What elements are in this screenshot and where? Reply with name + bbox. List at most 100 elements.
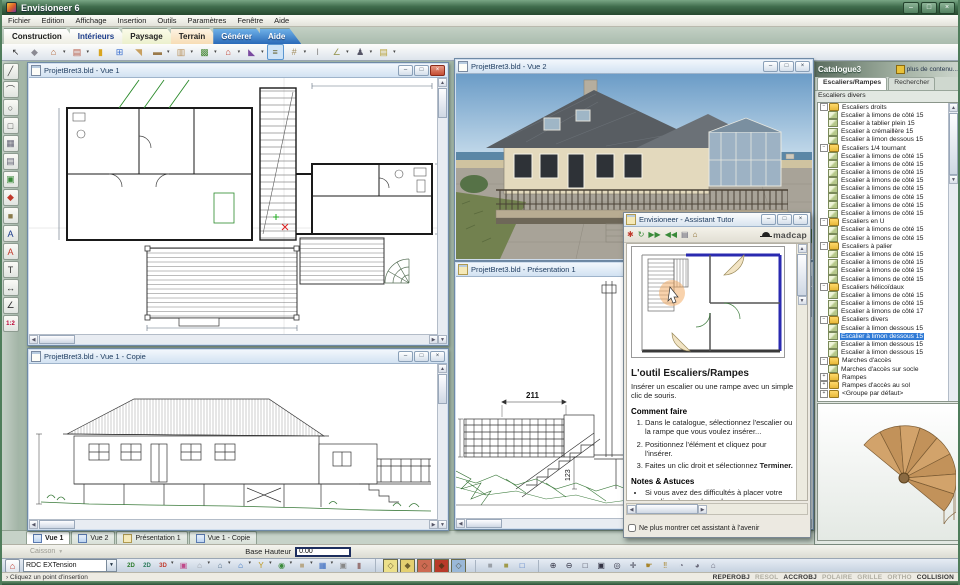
- ribbon-tab-generer[interactable]: Générer: [213, 28, 268, 44]
- expander-icon[interactable]: −: [820, 357, 828, 365]
- image-tool[interactable]: ▣: [3, 171, 19, 188]
- dropdown-arrow-icon[interactable]: ▾: [261, 49, 264, 55]
- tree-item[interactable]: Escalier à limons de côté 15: [819, 267, 948, 275]
- tree-item[interactable]: Escalier à limons de côté 15: [819, 226, 948, 234]
- tutor-content[interactable]: L'outil Escaliers/Rampes Insérer un esca…: [626, 243, 808, 501]
- hatch-tool[interactable]: ▦: [3, 135, 19, 152]
- wall-olive-mode[interactable]: ■: [499, 560, 513, 572]
- more-content-link[interactable]: plus de contenu...: [896, 65, 958, 74]
- refresh-icon[interactable]: ↻: [638, 230, 645, 239]
- window-titlebar[interactable]: ProjetBret3.bld - Vue 2 – □ ×: [456, 60, 812, 74]
- scroll-thumb[interactable]: [636, 504, 698, 514]
- expander-icon[interactable]: −: [820, 144, 828, 152]
- elevation-canvas[interactable]: ▲▼ ◀▶: [29, 364, 447, 529]
- select-tool[interactable]: ↖: [7, 44, 24, 60]
- tree-item[interactable]: Escalier à limons de côté 15: [819, 234, 948, 242]
- opening-tool[interactable]: ◥: [130, 44, 147, 60]
- menu-affichage[interactable]: Affichage: [75, 16, 106, 25]
- textbox-tool[interactable]: ▤: [3, 153, 19, 170]
- dont-show-again-checkbox[interactable]: [628, 524, 636, 532]
- vertical-scrollbar[interactable]: ▲▼: [437, 78, 447, 344]
- scroll-thumb[interactable]: [39, 335, 75, 344]
- close-button[interactable]: ×: [430, 351, 445, 362]
- dropdown-arrow-icon[interactable]: ▾: [346, 49, 349, 55]
- tree-folder[interactable]: −Escaliers 1/4 tournant: [819, 144, 948, 152]
- grid-cube-view[interactable]: ▦: [316, 560, 330, 572]
- floor-tool[interactable]: ▬: [149, 44, 166, 60]
- tree-folder[interactable]: −Escaliers droits: [819, 103, 948, 111]
- toggle-collision[interactable]: COLLISION: [917, 574, 954, 581]
- floor-selector[interactable]: RDC EXTension ▼: [23, 559, 117, 572]
- catalog-scrollbar[interactable]: ▲ ▼: [948, 103, 958, 401]
- expander-icon[interactable]: +: [820, 381, 828, 389]
- tree-item[interactable]: Escalier à limons de côté 15: [819, 291, 948, 299]
- expander-icon[interactable]: −: [820, 103, 828, 111]
- line-tool[interactable]: ╱: [3, 63, 19, 80]
- expander-icon[interactable]: −: [820, 316, 828, 324]
- scale-tool[interactable]: 1:2: [3, 315, 19, 332]
- scroll-up-icon[interactable]: ▲: [798, 244, 807, 253]
- dropdown-arrow-icon[interactable]: ▾: [208, 560, 211, 572]
- dropdown-arrow-icon[interactable]: ▾: [393, 49, 396, 55]
- tab-escaliers-rampes[interactable]: Escaliers/Rampes: [817, 77, 887, 90]
- tree-item[interactable]: Escalier à limons de côté 15: [819, 111, 948, 119]
- dropdown-arrow-icon[interactable]: ▾: [191, 49, 194, 55]
- tree-item[interactable]: Escalier à limon dessous 15: [819, 332, 948, 340]
- minimize-button[interactable]: –: [398, 351, 413, 362]
- tree-item[interactable]: Escalier à limons de côté 15: [819, 169, 948, 177]
- dropdown-arrow-icon[interactable]: ▾: [249, 560, 252, 572]
- close-button[interactable]: ×: [795, 61, 810, 72]
- scroll-thumb[interactable]: [949, 113, 958, 175]
- tree-folder[interactable]: −Escaliers en U: [819, 218, 948, 226]
- wireframe-mode[interactable]: ◇: [383, 559, 398, 573]
- tree-item[interactable]: Escalier à limons de côté 15: [819, 177, 948, 185]
- tree-item[interactable]: Escalier à limons de côté 15: [819, 259, 948, 267]
- spin-tool[interactable]: ◕: [690, 560, 704, 572]
- tutor-horizontal-scrollbar[interactable]: ◀▶: [626, 503, 808, 515]
- tutor-scrollbar[interactable]: ▲ ▼: [796, 244, 807, 500]
- view-tab-vue-2[interactable]: Vue 2: [71, 531, 115, 544]
- filter-tool[interactable]: Y: [254, 560, 268, 572]
- tree-item[interactable]: Escalier à limons de côté 15: [819, 185, 948, 193]
- minimize-button[interactable]: –: [398, 65, 413, 76]
- next-topic-icon[interactable]: ▶▶: [648, 230, 660, 239]
- view-tab-vue-1-copie[interactable]: Vue 1 - Copie: [189, 531, 258, 544]
- transparent-mode[interactable]: ◇: [451, 559, 466, 573]
- tree-folder[interactable]: +<Groupe par défaut>: [819, 390, 948, 398]
- railing-tool[interactable]: #: [286, 44, 303, 60]
- wall-plane-view[interactable]: ■: [295, 560, 309, 572]
- plan-2d-view[interactable]: 2D: [124, 560, 138, 572]
- maximize-button[interactable]: □: [414, 351, 429, 362]
- floor-plan-canvas[interactable]: ▲▼ ◀▶: [29, 78, 447, 344]
- menu-edition[interactable]: Edition: [42, 16, 65, 25]
- zoom-previous-tool[interactable]: ▣: [594, 560, 608, 572]
- dropdown-arrow-icon[interactable]: ▾: [167, 49, 170, 55]
- toggle-resol[interactable]: RESOL: [755, 574, 778, 581]
- color-blocks-view[interactable]: ▣: [177, 560, 191, 572]
- dropdown-arrow-icon[interactable]: ▾: [87, 49, 90, 55]
- home-view-tool[interactable]: ⌂: [706, 560, 720, 572]
- tree-item[interactable]: Escalier à limon dessous 15: [819, 324, 948, 332]
- home-icon[interactable]: ⌂: [693, 230, 698, 239]
- stairs-tool[interactable]: ≡: [267, 44, 284, 60]
- ribbon-tab-paysage[interactable]: Paysage: [122, 28, 178, 44]
- tab-rechercher[interactable]: Rechercher: [888, 77, 935, 90]
- zoom-window-tool[interactable]: □: [578, 560, 592, 572]
- menu-fichier[interactable]: Fichier: [8, 16, 31, 25]
- dropdown-arrow-icon[interactable]: ▾: [290, 560, 293, 572]
- minimize-button[interactable]: –: [761, 214, 776, 225]
- close-topic-icon[interactable]: ✱: [627, 230, 634, 239]
- pan-tool[interactable]: ☛: [642, 560, 656, 572]
- column-tool[interactable]: I: [309, 44, 326, 60]
- toggle-accrobj[interactable]: ACCROBJ: [783, 574, 817, 581]
- roof-tool[interactable]: ⌂: [220, 44, 237, 60]
- shaded-mode[interactable]: ◆: [434, 559, 449, 573]
- menu-outils[interactable]: Outils: [157, 16, 176, 25]
- tree-item[interactable]: Escalier à limons de côté 15: [819, 209, 948, 217]
- tree-item[interactable]: Escalier à limons de côté 15: [819, 160, 948, 168]
- annotation-tool[interactable]: ▤: [375, 44, 392, 60]
- menu-insertion[interactable]: Insertion: [118, 16, 147, 25]
- ribbon-tab-interieurs[interactable]: Intérieurs: [70, 28, 130, 44]
- scroll-left-icon[interactable]: ◀: [456, 519, 465, 528]
- frame-house-view[interactable]: ⌂: [213, 560, 227, 572]
